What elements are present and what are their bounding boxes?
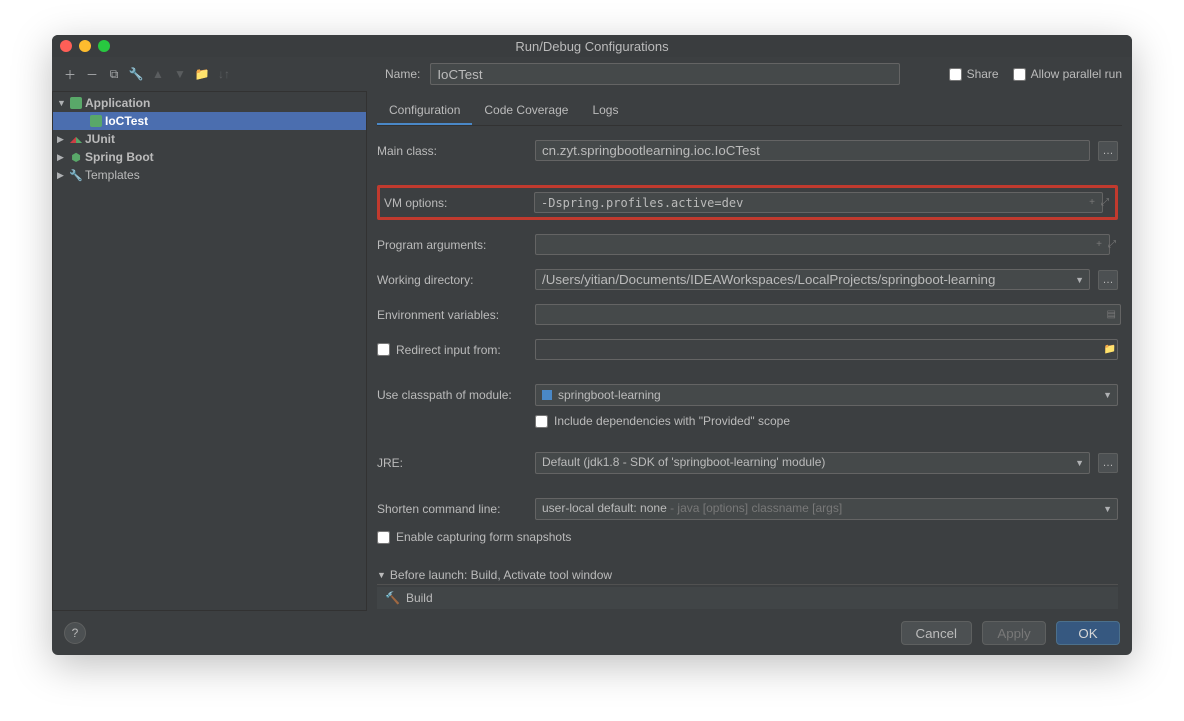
jre-select[interactable]: Default (jdk1.8 - SDK of 'springboot-lea… xyxy=(535,452,1090,474)
parallel-run-checkbox[interactable]: Allow parallel run xyxy=(1013,67,1122,81)
program-args-label: Program arguments: xyxy=(377,238,527,252)
name-input[interactable] xyxy=(430,63,900,85)
hammer-icon: 🔨 xyxy=(385,591,400,605)
edit-env-vars-icon[interactable]: ▤ xyxy=(1105,309,1118,320)
tree-node-springboot[interactable]: ▶ ⬢ Spring Boot xyxy=(53,148,366,166)
titlebar: Run/Debug Configurations xyxy=(52,35,1132,57)
name-label: Name: xyxy=(385,67,420,81)
close-window-button[interactable] xyxy=(60,40,72,52)
config-tree: ▼ Application IoCTest ▶ JUnit ▶ xyxy=(52,91,367,611)
redirect-input-field[interactable] xyxy=(535,339,1118,360)
help-button[interactable]: ? xyxy=(64,622,86,644)
main-class-label: Main class: xyxy=(377,144,527,158)
copy-config-button[interactable]: ⧉ xyxy=(106,66,122,82)
include-provided-checkbox[interactable]: Include dependencies with "Provided" sco… xyxy=(535,414,1118,428)
junit-icon xyxy=(69,132,83,146)
working-dir-label: Working directory: xyxy=(377,273,527,287)
expand-arrow-icon: ▼ xyxy=(57,98,67,108)
config-toolbar: ＋ － ⧉ 🔧 ▲ ▼ 📁 ↓↑ xyxy=(62,66,377,82)
minimize-window-button[interactable] xyxy=(79,40,91,52)
tree-node-junit[interactable]: ▶ JUnit xyxy=(53,130,366,148)
share-checkbox[interactable]: Share xyxy=(949,67,999,81)
tree-node-ioctest[interactable]: IoCTest xyxy=(53,112,366,130)
tab-code-coverage[interactable]: Code Coverage xyxy=(472,97,580,125)
folder-button[interactable]: 📁 xyxy=(194,66,210,82)
collapse-arrow-icon: ▼ xyxy=(377,570,386,580)
before-launch-item-build[interactable]: 🔨 Build xyxy=(377,587,1118,609)
shorten-cmd-select[interactable]: user-local default: none - java [options… xyxy=(535,498,1118,520)
env-vars-label: Environment variables: xyxy=(377,308,527,322)
env-vars-input[interactable] xyxy=(535,304,1121,325)
spring-icon: ⬢ xyxy=(69,150,83,164)
move-up-button[interactable]: ▲ xyxy=(150,66,166,82)
module-icon xyxy=(542,390,552,400)
maximize-window-button[interactable] xyxy=(98,40,110,52)
move-down-button[interactable]: ▼ xyxy=(172,66,188,82)
config-tabs: Configuration Code Coverage Logs xyxy=(377,97,1122,126)
snapshots-checkbox[interactable]: Enable capturing form snapshots xyxy=(377,530,1118,544)
vm-options-input[interactable] xyxy=(534,192,1103,213)
jre-label: JRE: xyxy=(377,456,527,470)
shorten-cmd-label: Shorten command line: xyxy=(377,502,527,516)
cancel-button[interactable]: Cancel xyxy=(901,621,973,645)
vm-options-label: VM options: xyxy=(384,196,526,210)
browse-file-icon[interactable]: 📁 xyxy=(1102,344,1118,355)
collapse-arrow-icon: ▶ xyxy=(57,170,67,181)
add-config-button[interactable]: ＋ xyxy=(62,66,78,82)
tab-logs[interactable]: Logs xyxy=(580,97,630,125)
working-dir-input[interactable] xyxy=(535,269,1090,290)
insert-macro-icon[interactable]: + xyxy=(1094,239,1104,250)
collapse-arrow-icon: ▶ xyxy=(57,134,67,145)
edit-templates-button[interactable]: 🔧 xyxy=(128,66,144,82)
expand-field-icon[interactable]: ⤢ xyxy=(1099,197,1111,208)
remove-config-button[interactable]: － xyxy=(84,66,100,82)
program-args-input[interactable] xyxy=(535,234,1110,255)
redirect-input-checkbox[interactable]: Redirect input from: xyxy=(377,343,527,357)
expand-field-icon[interactable]: ⤢ xyxy=(1106,239,1118,250)
classpath-module-select[interactable]: springboot-learning xyxy=(535,384,1118,406)
apply-button[interactable]: Apply xyxy=(982,621,1046,645)
browse-jre-button[interactable]: … xyxy=(1098,453,1118,473)
insert-macro-icon[interactable]: + xyxy=(1087,197,1097,208)
application-icon xyxy=(69,96,83,110)
collapse-arrow-icon: ▶ xyxy=(57,152,67,163)
browse-working-dir-button[interactable]: … xyxy=(1098,270,1118,290)
window-title: Run/Debug Configurations xyxy=(515,39,668,54)
main-class-input[interactable] xyxy=(535,140,1090,161)
before-launch-header[interactable]: ▼ Before launch: Build, Activate tool wi… xyxy=(377,568,1118,585)
browse-main-class-button[interactable]: … xyxy=(1098,141,1118,161)
wrench-icon: 🔧 xyxy=(69,168,83,182)
classpath-label: Use classpath of module: xyxy=(377,388,527,402)
tree-node-templates[interactable]: ▶ 🔧 Templates xyxy=(53,166,366,184)
application-icon xyxy=(89,114,103,128)
tab-configuration[interactable]: Configuration xyxy=(377,97,472,125)
ok-button[interactable]: OK xyxy=(1056,621,1120,645)
sort-button[interactable]: ↓↑ xyxy=(216,66,232,82)
tree-node-application[interactable]: ▼ Application xyxy=(53,94,366,112)
